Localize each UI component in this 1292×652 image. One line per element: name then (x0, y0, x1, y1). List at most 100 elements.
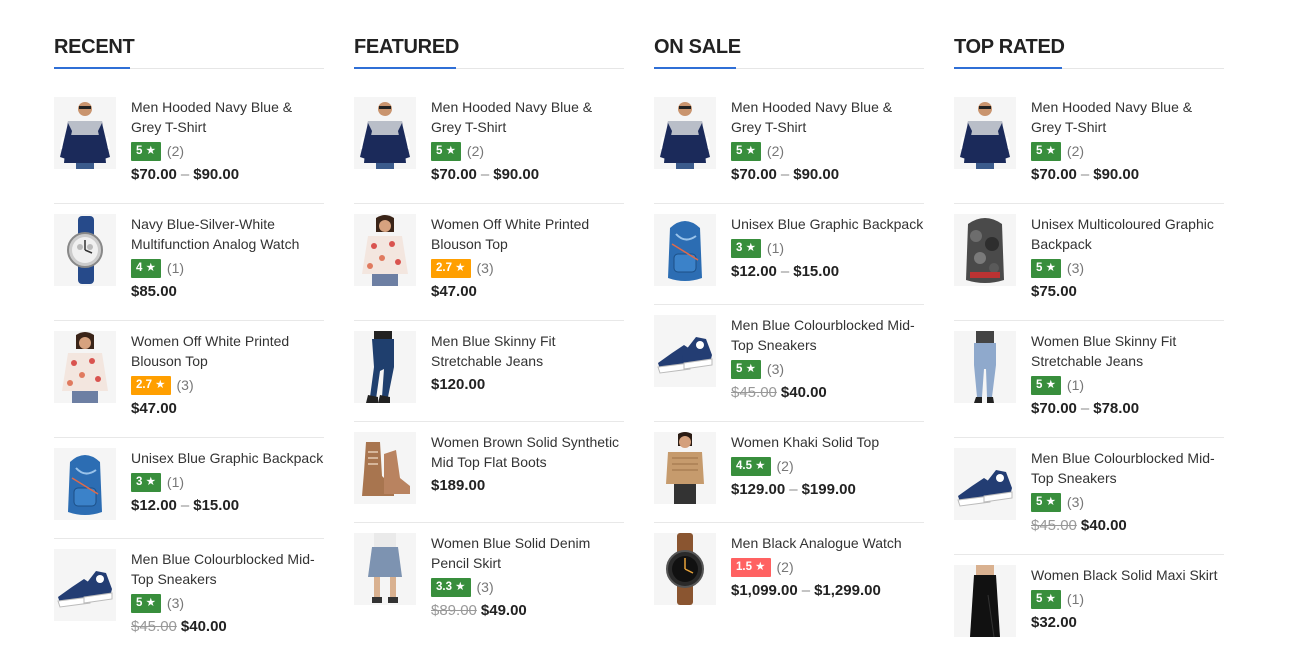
product-image[interactable] (654, 97, 716, 169)
product-image[interactable] (354, 331, 416, 403)
product-name-link[interactable]: Women Brown Solid Synthetic Mid Top Flat… (431, 434, 619, 470)
product-item[interactable]: Women Brown Solid Synthetic Mid Top Flat… (354, 432, 624, 523)
product-name-link[interactable]: Women Blue Skinny Fit Stretchable Jeans (1031, 333, 1176, 369)
product-name-link[interactable]: Men Blue Colourblocked Mid-Top Sneakers (731, 317, 915, 353)
rating-row: 3.3 ★ (3) (431, 577, 624, 597)
product-info: Women Off White Printed Blouson Top 2.7 ★… (131, 331, 324, 419)
review-count: (3) (1066, 494, 1085, 510)
product-image[interactable] (54, 549, 116, 621)
product-info: Men Hooded Navy Blue & Grey T-Shirt 5 ★ (2… (431, 97, 624, 185)
price-current: $47.00 (131, 400, 177, 417)
product-image[interactable] (354, 214, 416, 286)
product-image[interactable] (954, 331, 1016, 403)
product-price: $12.00– $15.00 (731, 262, 924, 282)
product-info: Men Black Analogue Watch 1.5 ★ (2) $1,099.0… (731, 533, 924, 601)
product-image[interactable] (654, 214, 716, 286)
product-item[interactable]: Navy Blue-Silver-White Multifunction Ana… (54, 214, 324, 321)
product-item[interactable]: Women Off White Printed Blouson Top 2.7 ★… (54, 331, 324, 438)
product-item[interactable]: Unisex Blue Graphic Backpack 3 ★ (1) $12.00… (654, 214, 924, 305)
product-image[interactable] (654, 315, 716, 387)
price-min: $70.00 (731, 166, 777, 183)
product-name-link[interactable]: Women Blue Solid Denim Pencil Skirt (431, 535, 590, 571)
product-list: Men Hooded Navy Blue & Grey T-Shirt 5 ★ (2… (354, 97, 624, 639)
product-item[interactable]: Men Blue Skinny Fit Stretchable Jeans $12… (354, 331, 624, 422)
product-name-link[interactable]: Unisex Blue Graphic Backpack (731, 216, 923, 232)
product-item[interactable]: Women Blue Solid Denim Pencil Skirt 3.3 ★… (354, 533, 624, 639)
product-info: Unisex Blue Graphic Backpack 3 ★ (1) $12.00… (131, 448, 324, 516)
product-name-link[interactable]: Men Black Analogue Watch (731, 535, 902, 551)
product-image[interactable] (654, 432, 716, 504)
product-image[interactable] (954, 448, 1016, 520)
rating-badge: 5 ★ (1031, 492, 1061, 512)
product-item[interactable]: Women Off White Printed Blouson Top 2.7 ★… (354, 214, 624, 321)
product-price: $47.00 (131, 399, 324, 419)
product-item[interactable]: Men Blue Colourblocked Mid-Top Sneakers 5… (54, 549, 324, 652)
product-image[interactable] (354, 432, 416, 504)
price-current: $32.00 (1031, 614, 1077, 631)
product-item[interactable]: Unisex Multicoloured Graphic Backpack 5 ★… (954, 214, 1224, 321)
product-name-link[interactable]: Men Hooded Navy Blue & Grey T-Shirt (731, 99, 892, 135)
product-item[interactable]: Unisex Blue Graphic Backpack 3 ★ (1) $12.00… (54, 448, 324, 539)
price-max: $199.00 (801, 481, 856, 498)
product-price: $70.00– $78.00 (1031, 399, 1224, 419)
product-name-link[interactable]: Unisex Blue Graphic Backpack (131, 450, 323, 466)
product-name-link[interactable]: Men Hooded Navy Blue & Grey T-Shirt (1031, 99, 1192, 135)
product-name-link[interactable]: Men Blue Skinny Fit Stretchable Jeans (431, 333, 556, 369)
product-item[interactable]: Men Black Analogue Watch 1.5 ★ (2) $1,099.0… (654, 533, 924, 623)
product-item[interactable]: Women Blue Skinny Fit Stretchable Jeans 5… (954, 331, 1224, 438)
product-name-link[interactable]: Men Blue Colourblocked Mid-Top Sneakers (131, 551, 315, 587)
rating-row: 5 ★ (3) (731, 359, 924, 379)
price-range-dash: – (801, 582, 811, 599)
product-image[interactable] (354, 533, 416, 605)
price-current: $40.00 (180, 618, 227, 635)
product-item[interactable]: Women Khaki Solid Top 4.5 ★ (2) $129.00– $19… (654, 432, 924, 523)
product-image[interactable] (954, 97, 1016, 169)
product-image[interactable] (654, 533, 716, 605)
product-name-link[interactable]: Unisex Multicoloured Graphic Backpack (1031, 216, 1214, 252)
rating-badge: 2.7 ★ (431, 258, 471, 278)
product-price: $47.00 (431, 282, 624, 302)
price-max: $90.00 (493, 166, 540, 183)
product-item[interactable]: Men Hooded Navy Blue & Grey T-Shirt 5 ★ (2… (954, 97, 1224, 204)
product-image[interactable] (954, 214, 1016, 286)
price-current: $120.00 (431, 376, 486, 393)
product-info: Men Blue Colourblocked Mid-Top Sneakers 5… (1031, 448, 1224, 536)
product-item[interactable]: Men Hooded Navy Blue & Grey T-Shirt 5 ★ (2… (54, 97, 324, 204)
product-name-link[interactable]: Men Hooded Navy Blue & Grey T-Shirt (131, 99, 292, 135)
product-name-link[interactable]: Men Blue Colourblocked Mid-Top Sneakers (1031, 450, 1215, 486)
product-item[interactable]: Men Blue Colourblocked Mid-Top Sneakers 5… (954, 448, 1224, 555)
product-item[interactable]: Men Hooded Navy Blue & Grey T-Shirt 5 ★ (2… (654, 97, 924, 204)
rating-badge: 3 ★ (131, 472, 161, 492)
product-image[interactable] (54, 448, 116, 520)
product-item[interactable]: Women Black Solid Maxi Skirt 5 ★ (1) $32.00 (954, 565, 1224, 652)
product-name-link[interactable]: Women Khaki Solid Top (731, 434, 879, 450)
product-image[interactable] (354, 97, 416, 169)
price-max: $90.00 (1093, 166, 1140, 183)
product-price: $189.00 (431, 476, 624, 496)
price-range-dash: – (780, 263, 790, 280)
product-item[interactable]: Men Hooded Navy Blue & Grey T-Shirt 5 ★ (2… (354, 97, 624, 204)
product-image[interactable] (954, 565, 1016, 637)
price-max: $90.00 (193, 166, 240, 183)
price-range-dash: – (1080, 166, 1090, 183)
rating-row: 5 ★ (2) (431, 141, 624, 161)
product-item[interactable]: Men Blue Colourblocked Mid-Top Sneakers 5… (654, 315, 924, 422)
price-min: $70.00 (1031, 400, 1077, 417)
rating-row: 4.5 ★ (2) (731, 456, 924, 476)
price-min: $1,099.00 (731, 582, 798, 599)
product-name-link[interactable]: Women Off White Printed Blouson Top (431, 216, 589, 252)
product-name-link[interactable]: Women Off White Printed Blouson Top (131, 333, 289, 369)
rating-badge: 3.3 ★ (431, 577, 471, 597)
review-count: (1) (1066, 377, 1085, 393)
product-image[interactable] (54, 331, 116, 403)
product-image[interactable] (54, 97, 116, 169)
product-name-link[interactable]: Women Black Solid Maxi Skirt (1031, 567, 1217, 583)
price-max: $78.00 (1093, 400, 1140, 417)
rating-row: 5 ★ (2) (731, 141, 924, 161)
product-name-link[interactable]: Men Hooded Navy Blue & Grey T-Shirt (431, 99, 592, 135)
rating-badge: 5 ★ (1031, 589, 1061, 609)
product-name-link[interactable]: Navy Blue-Silver-White Multifunction Ana… (131, 216, 299, 252)
rating-row: 2.7 ★ (3) (131, 375, 324, 395)
rating-row: 4 ★ (1) (131, 258, 324, 278)
product-image[interactable] (54, 214, 116, 286)
